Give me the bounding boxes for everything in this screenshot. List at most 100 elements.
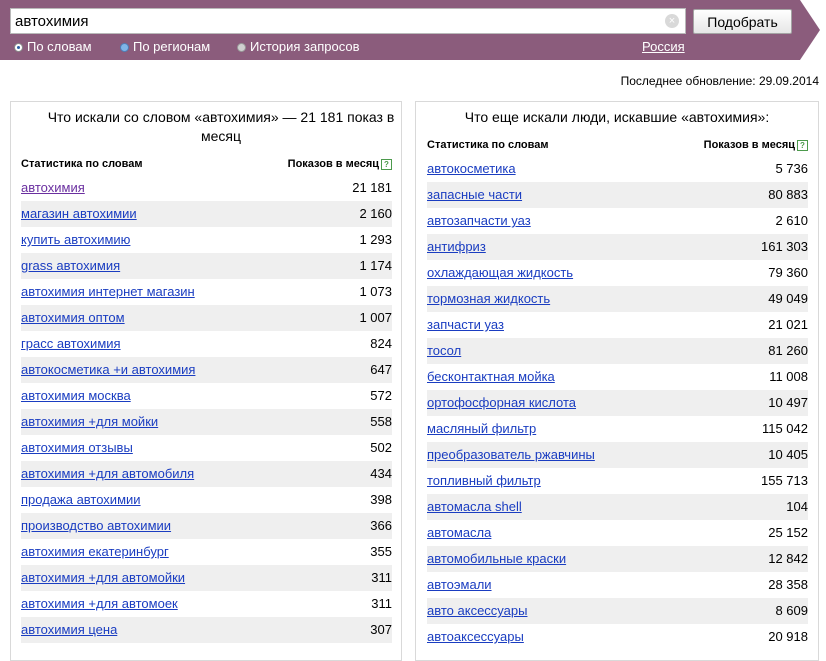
- query-link[interactable]: запасные части: [427, 187, 522, 202]
- column-header-query: Статистика по словам: [427, 139, 549, 151]
- query-link[interactable]: grass автохимия: [21, 258, 120, 273]
- impressions-count: 104: [786, 499, 808, 514]
- table-row: продажа автохимии 398: [21, 487, 392, 513]
- query-table: автокосметика 5 736 запасные части 80 883 ав…: [427, 156, 808, 650]
- query-link[interactable]: автохимия москва: [21, 388, 131, 403]
- table-row: автохимия интернет магазин 1 073: [21, 279, 392, 305]
- query-link[interactable]: автохимия +для автомобиля: [21, 466, 194, 481]
- table-row: топливный фильтр 155 713: [427, 468, 808, 494]
- query-link[interactable]: автохимия екатеринбург: [21, 544, 169, 559]
- query-link[interactable]: автоаксессуары: [427, 629, 524, 644]
- query-link[interactable]: запчасти уаз: [427, 317, 504, 332]
- query-link[interactable]: топливный фильтр: [427, 473, 541, 488]
- impressions-count: 1 174: [359, 258, 392, 273]
- query-link[interactable]: автоэмали: [427, 577, 492, 592]
- query-link[interactable]: автокосметика +и автохимия: [21, 362, 195, 377]
- table-row: авто аксессуары 8 609: [427, 598, 808, 624]
- impressions-count: 1 073: [359, 284, 392, 299]
- query-link[interactable]: охлаждающая жидкость: [427, 265, 573, 280]
- table-row: запасные части 80 883: [427, 182, 808, 208]
- table-row: автохимия +для мойки 558: [21, 409, 392, 435]
- mode-query-history[interactable]: История запросов: [237, 39, 360, 54]
- impressions-count: 2 610: [775, 213, 808, 228]
- table-row: тормозная жидкость 49 049: [427, 286, 808, 312]
- table-row: автохимия москва 572: [21, 383, 392, 409]
- query-link[interactable]: автозапчасти уаз: [427, 213, 531, 228]
- query-link[interactable]: автомасла: [427, 525, 491, 540]
- impressions-count: 647: [370, 362, 392, 377]
- impressions-count: 5 736: [775, 161, 808, 176]
- impressions-count: 558: [370, 414, 392, 429]
- query-link[interactable]: автохимия +для мойки: [21, 414, 158, 429]
- query-link[interactable]: магазин автохимии: [21, 206, 137, 221]
- query-link[interactable]: автохимия +для автомоек: [21, 596, 178, 611]
- table-row: grass автохимия 1 174: [21, 253, 392, 279]
- impressions-count: 572: [370, 388, 392, 403]
- impressions-count: 11 008: [769, 369, 808, 384]
- impressions-count: 155 713: [761, 473, 808, 488]
- radio-selected-icon: [14, 43, 23, 52]
- table-row: автохимия цена 307: [21, 617, 392, 643]
- query-link[interactable]: автохимия интернет магазин: [21, 284, 195, 299]
- query-link[interactable]: производство автохимии: [21, 518, 171, 533]
- query-link[interactable]: авто аксессуары: [427, 603, 527, 618]
- query-link[interactable]: тосол: [427, 343, 461, 358]
- query-link[interactable]: автохимия цена: [21, 622, 117, 637]
- mode-by-regions[interactable]: По регионам: [120, 39, 210, 54]
- query-link[interactable]: автомобильные краски: [427, 551, 566, 566]
- help-icon[interactable]: ?: [381, 159, 392, 170]
- query-link[interactable]: тормозная жидкость: [427, 291, 550, 306]
- query-link[interactable]: грасс автохимия: [21, 336, 121, 351]
- impressions-count: 20 918: [768, 629, 808, 644]
- table-row: автохимия екатеринбург 355: [21, 539, 392, 565]
- table-row: масляный фильтр 115 042: [427, 416, 808, 442]
- search-input[interactable]: [15, 11, 665, 31]
- table-row: автокосметика 5 736: [427, 156, 808, 182]
- table-row: магазин автохимии 2 160: [21, 201, 392, 227]
- table-row: купить автохимию 1 293: [21, 227, 392, 253]
- impressions-count: 10 405: [768, 447, 808, 462]
- query-link[interactable]: автохимия отзывы: [21, 440, 133, 455]
- impressions-count: 115 042: [761, 421, 808, 436]
- impressions-count: 10 497: [768, 395, 808, 410]
- impressions-count: 311: [371, 570, 392, 585]
- query-link[interactable]: масляный фильтр: [427, 421, 536, 436]
- column-header-count: Показов в месяц?: [288, 158, 392, 170]
- query-link[interactable]: автохимия: [21, 180, 85, 195]
- impressions-count: 307: [370, 622, 392, 637]
- search-box[interactable]: ×: [10, 8, 686, 34]
- query-link[interactable]: автокосметика: [427, 161, 516, 176]
- table-header: Статистика по словам Показов в месяц?: [427, 139, 808, 155]
- table-row: автомасла 25 152: [427, 520, 808, 546]
- table-row: автозапчасти уаз 2 610: [427, 208, 808, 234]
- impressions-count: 1 293: [359, 232, 392, 247]
- region-link[interactable]: Россия: [642, 39, 685, 54]
- help-icon[interactable]: ?: [797, 140, 808, 151]
- table-header: Статистика по словам Показов в месяц?: [21, 158, 392, 174]
- impressions-count: 21 021: [768, 317, 808, 332]
- panel-title: Что искали со словом «автохимия» — 21 18…: [47, 109, 395, 144]
- impressions-count: 355: [370, 544, 392, 559]
- impressions-count: 434: [370, 466, 392, 481]
- table-row: автохимия оптом 1 007: [21, 305, 392, 331]
- table-row: антифриз 161 303: [427, 234, 808, 260]
- table-row: тосол 81 260: [427, 338, 808, 364]
- table-row: автохимия отзывы 502: [21, 435, 392, 461]
- query-link[interactable]: бесконтактная мойка: [427, 369, 555, 384]
- query-link[interactable]: антифриз: [427, 239, 486, 254]
- submit-button[interactable]: Подобрать: [693, 9, 792, 34]
- query-link[interactable]: автомасла shell: [427, 499, 522, 514]
- query-link[interactable]: преобразователь ржавчины: [427, 447, 595, 462]
- table-row: автохимия +для автомоек 311: [21, 591, 392, 617]
- mode-by-words[interactable]: По словам: [14, 39, 92, 54]
- query-link[interactable]: ортофосфорная кислота: [427, 395, 576, 410]
- clear-icon[interactable]: ×: [665, 14, 679, 28]
- query-link[interactable]: автохимия оптом: [21, 310, 125, 325]
- also-searched-panel: Что еще искали люди, искавшие «автохимия…: [415, 101, 819, 661]
- radio-icon: [120, 43, 129, 52]
- query-link[interactable]: продажа автохимии: [21, 492, 141, 507]
- column-header-count-label: Показов в месяц: [287, 158, 379, 170]
- query-link[interactable]: автохимия +для автомойки: [21, 570, 185, 585]
- table-row: ортофосфорная кислота 10 497: [427, 390, 808, 416]
- query-link[interactable]: купить автохимию: [21, 232, 130, 247]
